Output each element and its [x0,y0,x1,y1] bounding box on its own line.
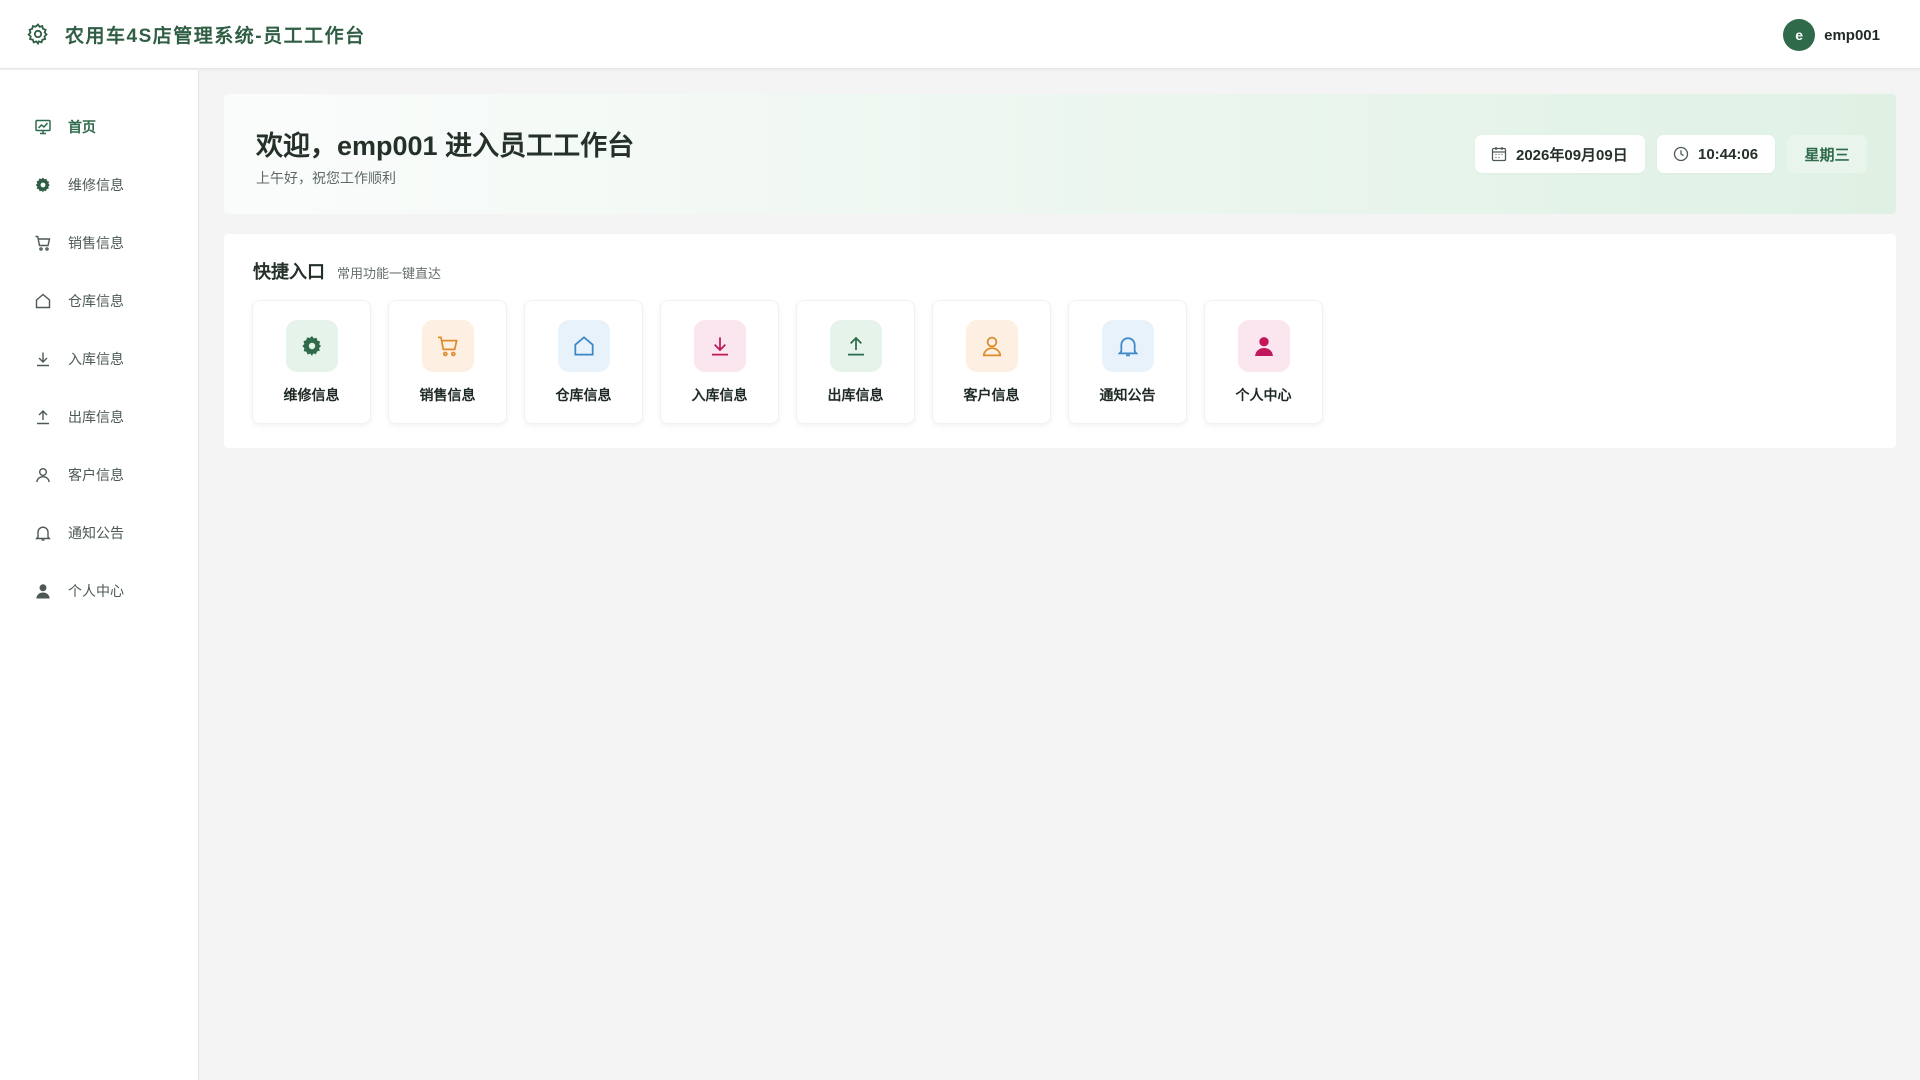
sidebar-item-customers[interactable]: 客户信息 [0,446,198,504]
username[interactable]: emp001 [1824,27,1880,44]
calendar-icon [1491,146,1507,162]
bell-icon [34,524,52,542]
sidebar-item-outbound[interactable]: 出库信息 [0,388,198,446]
sidebar-item-sales[interactable]: 销售信息 [0,214,198,272]
brand: 农用车4S店管理系统-员工工作台 [25,21,366,48]
sidebar-nav: 首页 维修信息 销售信息 仓库信息 入库信息 出库信息 客户信息 通知公告 个人… [0,70,198,620]
shopping-cart-icon [421,320,474,372]
bell-icon [1101,320,1154,372]
sidebar: 首页 维修信息 销售信息 仓库信息 入库信息 出库信息 客户信息 通知公告 个人… [0,70,199,1080]
house-icon [557,320,610,372]
welcome-banner: 欢迎，emp001 进入员工工作台 上午好，祝您工作顺利 2026年09月09日… [224,94,1896,214]
user-filled-icon [34,582,52,600]
sidebar-item-label: 销售信息 [68,235,124,251]
user-outline-icon [965,320,1018,372]
sidebar-item-label: 个人中心 [68,583,124,599]
avatar[interactable]: e [1783,19,1816,51]
user-menu[interactable]: e emp001 [1783,19,1880,51]
date-text: 2026年09月09日 [1516,146,1628,164]
house-icon [34,292,52,310]
sidebar-item-label: 入库信息 [68,351,124,367]
sidebar-item-home[interactable]: 首页 [0,98,198,156]
quick-card-label: 通知公告 [1099,387,1156,403]
quick-card-profile[interactable]: 个人中心 [1204,300,1323,424]
app-title: 农用车4S店管理系统-员工工作台 [65,25,366,47]
dashboard-chart-icon [34,118,52,136]
quick-card-label: 销售信息 [419,387,476,403]
quick-card-sales[interactable]: 销售信息 [388,300,507,424]
gear-icon [34,176,52,194]
time-text: 10:44:06 [1698,145,1759,163]
sidebar-item-repair[interactable]: 维修信息 [0,156,198,214]
quick-entry-header: 快捷入口 常用功能一键直达 [253,258,441,284]
download-icon [34,350,52,368]
quick-card-customers[interactable]: 客户信息 [932,300,1051,424]
gear-icon [25,21,51,47]
quick-card-label: 入库信息 [691,387,748,403]
quick-card-warehouse[interactable]: 仓库信息 [524,300,643,424]
sidebar-item-inbound[interactable]: 入库信息 [0,330,198,388]
upload-icon [34,408,52,426]
weekday-badge: 星期三 [1787,135,1867,173]
download-icon [693,320,746,372]
quick-card-outbound[interactable]: 出库信息 [796,300,915,424]
top-header: 农用车4S店管理系统-员工工作台 e emp001 [0,0,1920,69]
date-display: 2026年09月09日 [1475,135,1645,173]
sidebar-item-profile[interactable]: 个人中心 [0,562,198,620]
sidebar-item-label: 客户信息 [68,467,124,483]
sidebar-item-label: 首页 [68,119,96,135]
user-filled-icon [1237,320,1290,372]
user-outline-icon [34,466,52,484]
quick-card-inbound[interactable]: 入库信息 [660,300,779,424]
quick-entry-panel: 快捷入口 常用功能一键直达 维修信息 销售信息 仓库信息 入库信息 出库信息 客… [224,234,1896,448]
clock-icon [1673,146,1689,162]
sidebar-item-label: 通知公告 [68,525,124,541]
quick-card-label: 仓库信息 [555,387,612,403]
quick-card-repair[interactable]: 维修信息 [252,300,371,424]
sidebar-item-label: 仓库信息 [68,293,124,309]
sidebar-item-label: 维修信息 [68,177,124,193]
quick-card-label: 客户信息 [963,387,1020,403]
quick-card-notices[interactable]: 通知公告 [1068,300,1187,424]
quick-entry-subtitle: 常用功能一键直达 [337,266,442,281]
quick-entry-title: 快捷入口 [253,262,325,282]
quick-card-label: 出库信息 [827,387,884,403]
quick-card-label: 个人中心 [1235,387,1292,403]
gear-icon [285,320,338,372]
upload-icon [829,320,882,372]
time-display: 10:44:06 [1657,135,1775,173]
shopping-cart-icon [34,234,52,252]
sidebar-item-warehouse[interactable]: 仓库信息 [0,272,198,330]
quick-entry-cards: 维修信息 销售信息 仓库信息 入库信息 出库信息 客户信息 通知公告 个人中心 [252,300,1340,424]
welcome-title: 欢迎，emp001 进入员工工作台 [256,131,635,161]
quick-card-label: 维修信息 [283,387,340,403]
sidebar-item-notices[interactable]: 通知公告 [0,504,198,562]
sidebar-item-label: 出库信息 [68,409,124,425]
welcome-subtitle: 上午好，祝您工作顺利 [256,170,396,186]
